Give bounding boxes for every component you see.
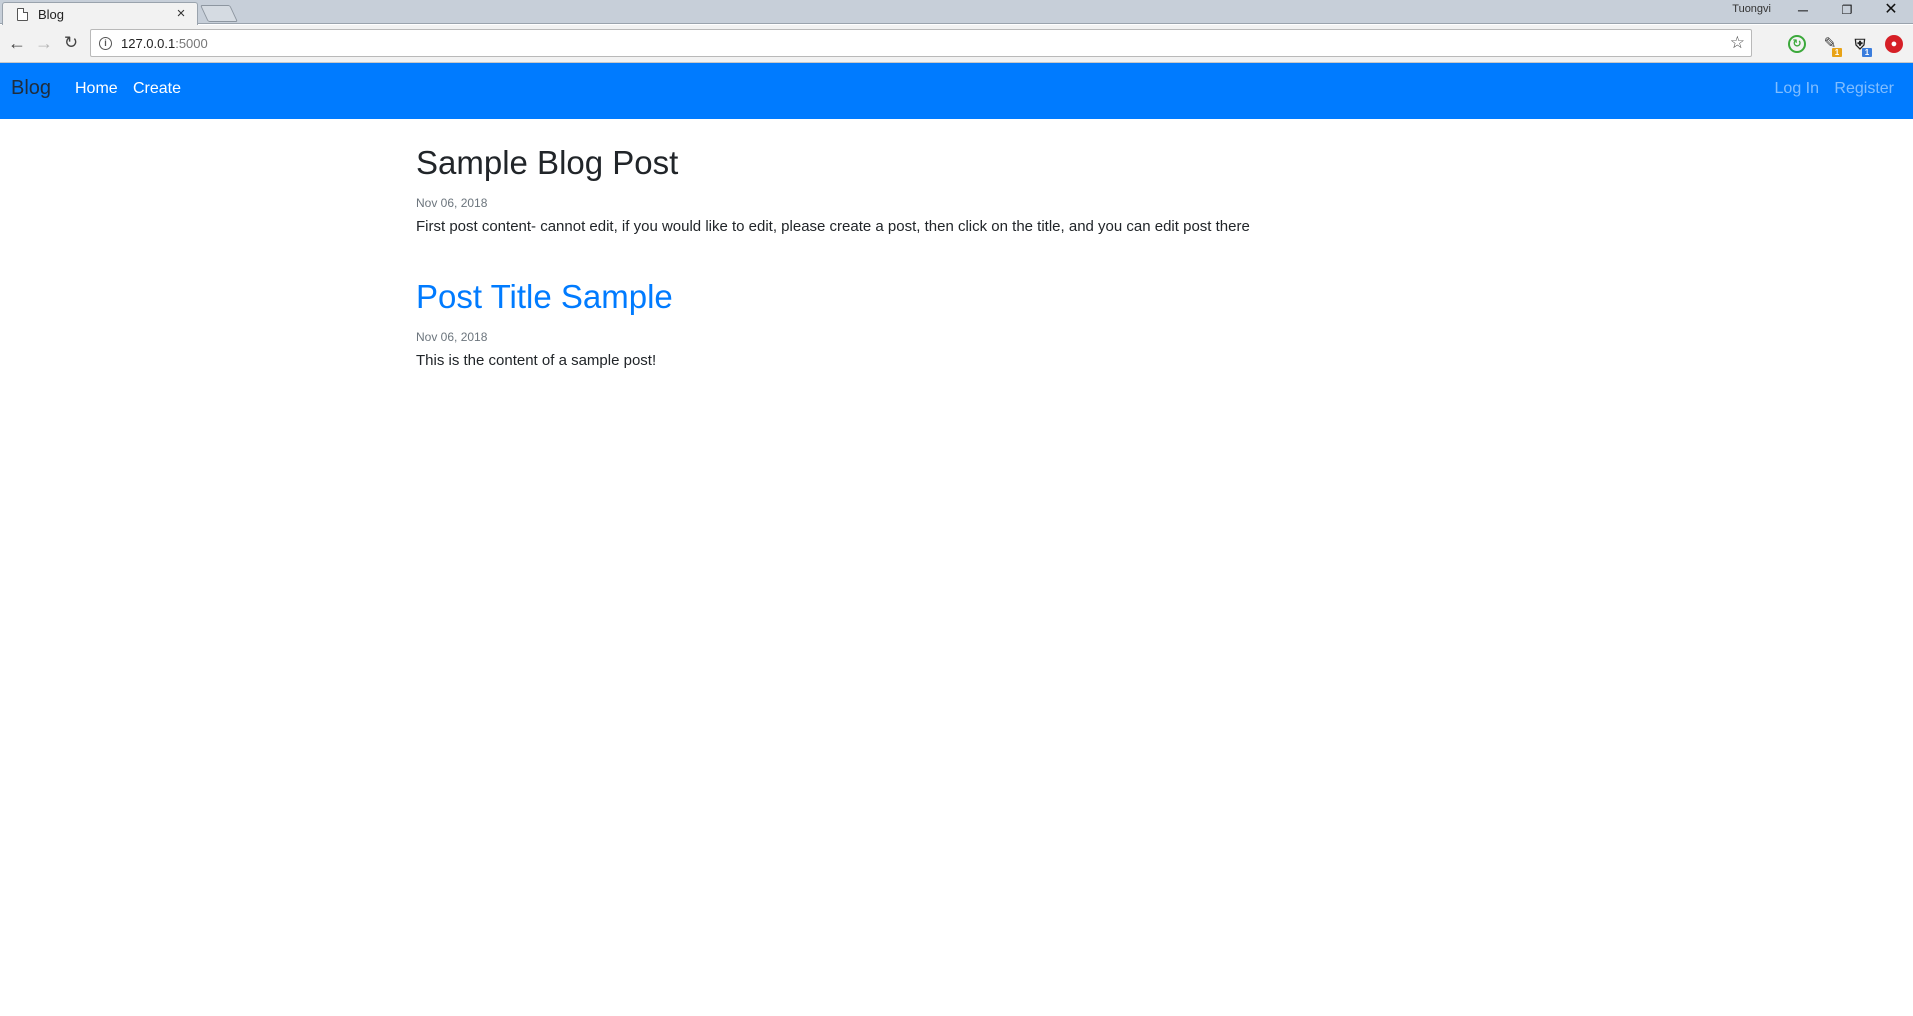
tab-strip: Blog × Tuongvi ─ ❐ ✕: [0, 0, 1913, 25]
tab-blog[interactable]: Blog ×: [2, 2, 198, 25]
post-title-link[interactable]: Post Title Sample: [416, 276, 1516, 318]
post-date: Nov 06, 2018: [416, 330, 488, 344]
tab-close-icon[interactable]: ×: [173, 6, 189, 22]
post-item: Sample Blog Post Nov 06, 2018 First post…: [416, 142, 1516, 237]
post-title: Sample Blog Post: [416, 144, 679, 181]
extension-green-icon[interactable]: ↻: [1788, 35, 1806, 53]
nav-login-link[interactable]: Log In: [1775, 80, 1819, 98]
address-bar[interactable]: i 127.0.0.1:5000 ☆: [90, 29, 1752, 57]
back-arrow-icon[interactable]: ←: [6, 32, 28, 54]
info-icon[interactable]: i: [99, 36, 112, 50]
nav-home-link[interactable]: Home: [75, 80, 118, 98]
restore-icon[interactable]: ❐: [1825, 0, 1869, 22]
forward-arrow-icon[interactable]: →: [33, 32, 55, 54]
reload-icon[interactable]: ↻: [60, 32, 82, 54]
navbar-brand[interactable]: Blog: [11, 77, 51, 100]
extension-red-icon[interactable]: ●: [1885, 35, 1903, 53]
page-icon: [17, 7, 28, 21]
browser-toolbar: ← → ↻ i 127.0.0.1:5000 ☆ ↻ ✎ 1 ⛨ 1 ●: [0, 25, 1913, 63]
site-navbar: Blog Home Create Log In Register: [0, 63, 1913, 119]
extension-badge: 1: [1832, 48, 1842, 57]
extension-badge: 1: [1862, 48, 1872, 57]
window-close-icon[interactable]: ✕: [1869, 0, 1913, 22]
minimize-icon[interactable]: ─: [1781, 0, 1825, 22]
bookmark-star-icon[interactable]: ☆: [1730, 33, 1745, 53]
url-host: 127.0.0.1: [121, 35, 176, 51]
post-item: Post Title Sample Nov 06, 2018 This is t…: [416, 276, 1516, 371]
nav-create-link[interactable]: Create: [133, 80, 181, 98]
nav-register-link[interactable]: Register: [1834, 80, 1894, 98]
post-body: This is the content of a sample post!: [416, 352, 657, 369]
new-tab-button[interactable]: [200, 5, 238, 22]
extension-shield-icon[interactable]: ⛨ 1: [1851, 35, 1872, 57]
url-port: :5000: [175, 35, 208, 51]
post-date: Nov 06, 2018: [416, 196, 488, 210]
profile-name[interactable]: Tuongvi: [1732, 3, 1771, 15]
post-body: First post content- cannot edit, if you …: [416, 218, 1250, 235]
tab-title: Blog: [38, 6, 65, 22]
extension-pen-icon[interactable]: ✎ 1: [1821, 35, 1842, 57]
